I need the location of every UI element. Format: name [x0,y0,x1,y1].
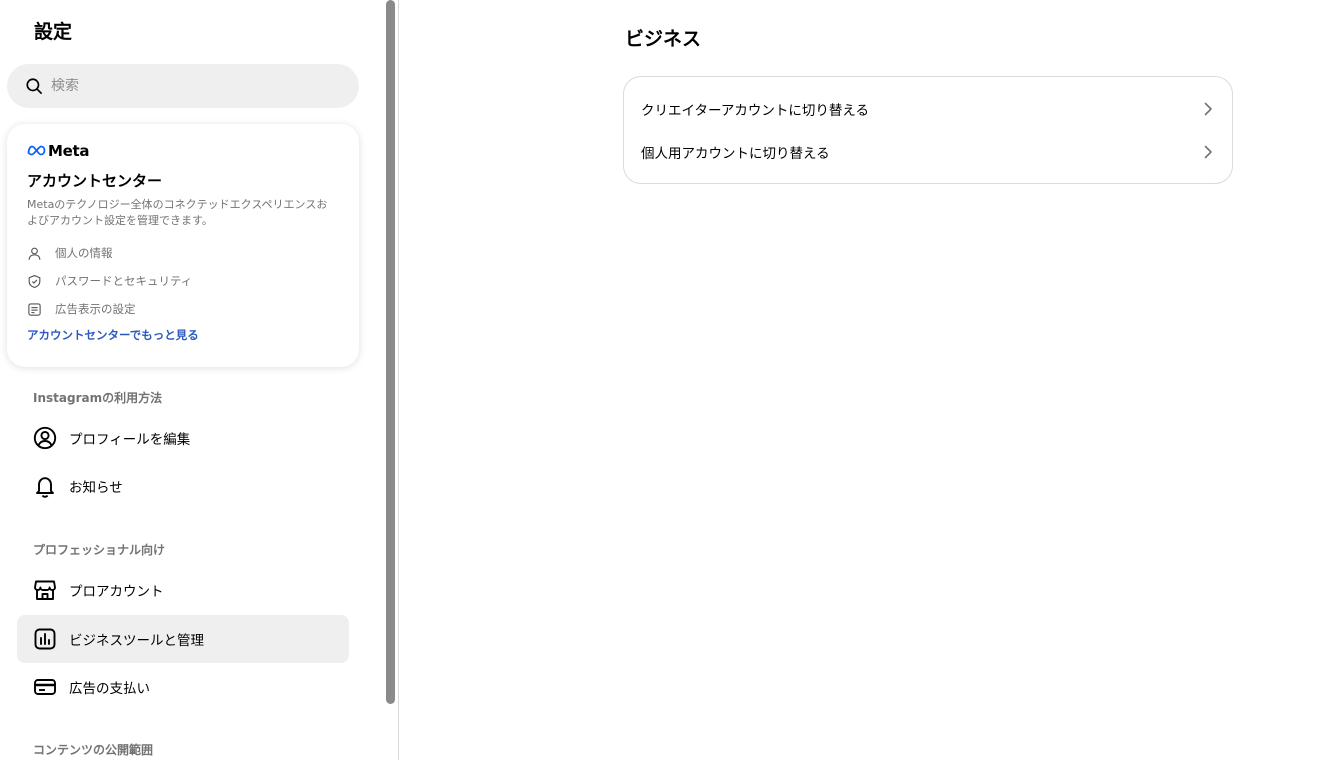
accounts-center-item-label: パスワードとセキュリティ [55,274,193,288]
profile-icon [33,426,57,450]
shield-icon [28,274,41,288]
sidebar-item-label: プロアカウント [69,584,164,600]
sidebar-item-edit-profile[interactable]: プロフィールを編集 [17,414,349,462]
switch-to-creator-account[interactable]: クリエイターアカウントに切り替える [624,87,1232,131]
meta-infinity-icon [27,145,46,156]
search-box[interactable] [7,64,359,108]
search-input[interactable] [51,78,331,94]
settings-title: 設定 [34,21,73,43]
sidebar-item-business-tools[interactable]: ビジネスツールと管理 [17,615,349,663]
panel-divider [398,0,399,760]
chevron-right-icon [1204,102,1212,116]
sidebar-item-pro-account[interactable]: プロアカウント [17,566,349,614]
sidebar-item-notifications[interactable]: お知らせ [17,462,349,510]
shop-icon [34,580,56,600]
section-label-content-visibility: コンテンツの公開範囲 [33,743,154,757]
accounts-center-card: Meta アカウントセンター Metaのテクノロジー全体のコネクテッドエクスペリ… [7,124,359,367]
card-icon [34,679,56,695]
ad-icon [28,302,41,316]
accounts-center-more-link[interactable]: アカウントセンターでもっと見る [27,327,339,343]
business-options-card: クリエイターアカウントに切り替える 個人用アカウントに切り替える [623,76,1233,184]
accounts-center-title: アカウントセンター [27,172,163,190]
accounts-center-item-ads[interactable]: 広告表示の設定 [27,295,339,323]
accounts-center-item-label: 個人の情報 [55,246,113,260]
sidebar-item-label: ビジネスツールと管理 [69,633,204,649]
switch-to-personal-account[interactable]: 個人用アカウントに切り替える [624,130,1232,174]
accounts-center-description: Metaのテクノロジー全体のコネクテッドエクスペリエンスおよびアカウント設定を管… [27,198,328,227]
search-icon [26,78,42,94]
page-title: ビジネス [625,28,702,50]
accounts-center-item-label: 広告表示の設定 [55,302,136,316]
meta-logo: Meta [27,141,339,160]
sidebar-item-ad-payments[interactable]: 広告の支払い [17,663,349,711]
meta-brand-text: Meta [48,141,90,160]
sidebar: 設定 Meta アカウントセンター Metaのテクノロジー全体のコネクテッドエク… [0,0,384,760]
accounts-center-item-security[interactable]: パスワードとセキュリティ [27,267,339,295]
accounts-center-item-personal[interactable]: 個人の情報 [27,239,339,267]
sidebar-item-label: 広告の支払い [69,681,150,697]
chart-icon [34,628,56,650]
sidebar-scrollbar-thumb[interactable] [386,0,395,704]
bell-icon [36,477,54,498]
section-label-how-you-use: Instagramの利用方法 [33,391,163,405]
option-label: クリエイターアカウントに切り替える [641,103,870,119]
option-label: 個人用アカウントに切り替える [641,146,830,162]
sidebar-item-label: プロフィールを編集 [69,432,191,448]
section-label-professional: プロフェッショナル向け [33,543,166,557]
sidebar-item-label: お知らせ [69,480,123,496]
chevron-right-icon [1204,145,1212,159]
person-icon [28,247,41,260]
